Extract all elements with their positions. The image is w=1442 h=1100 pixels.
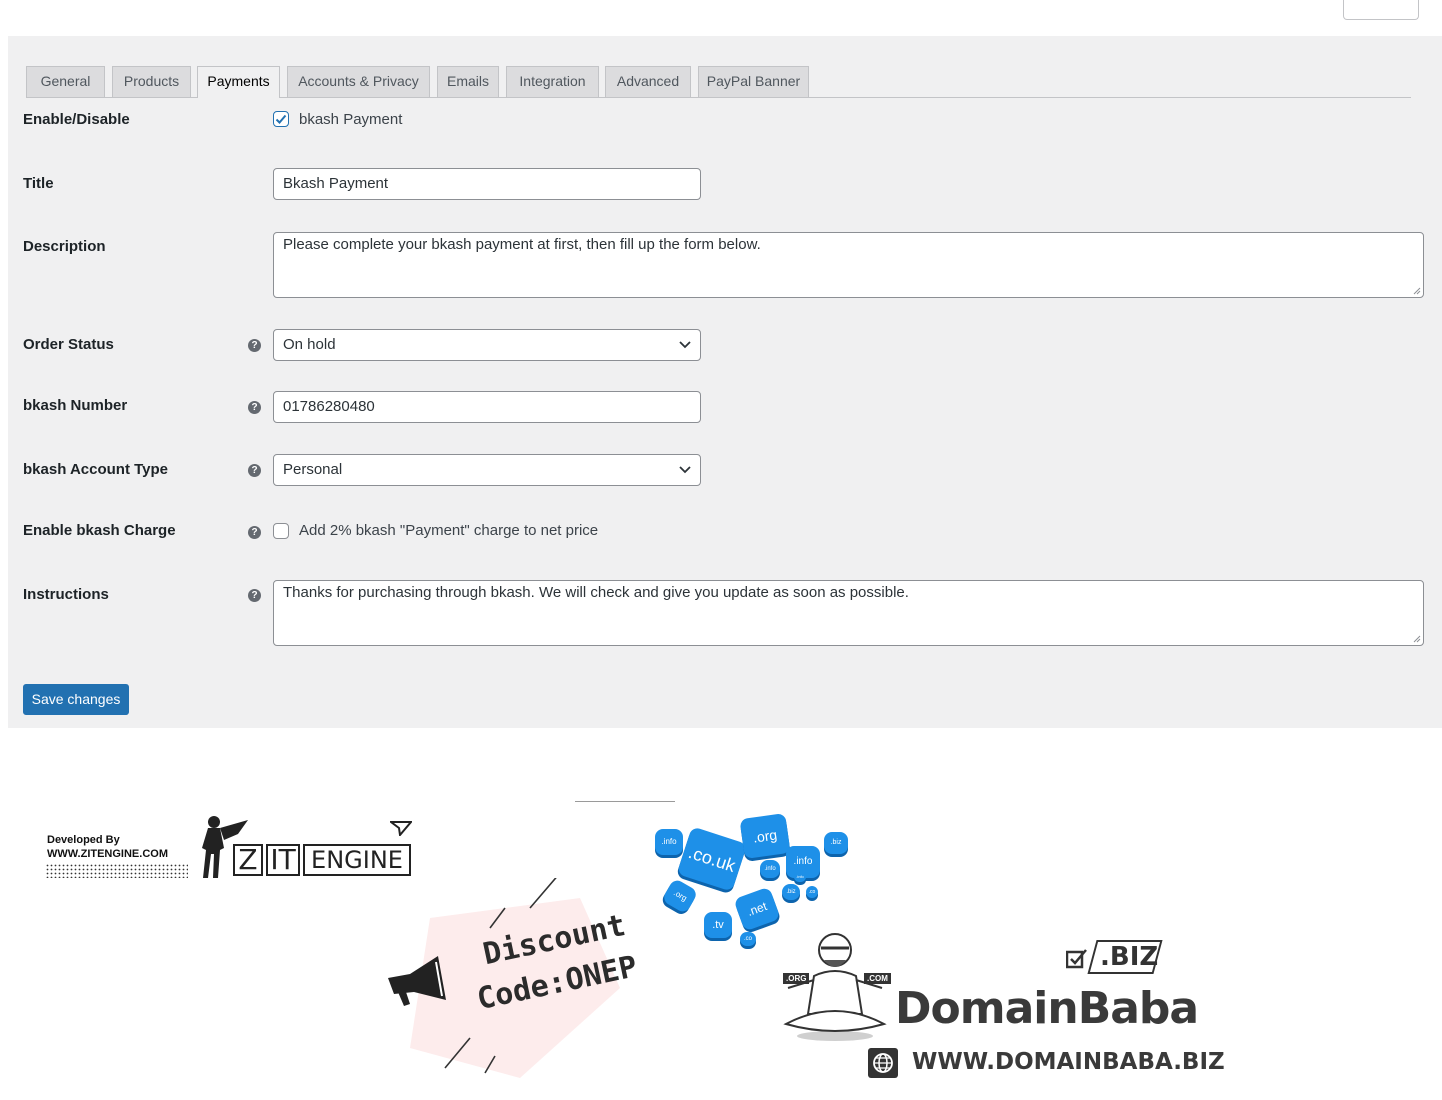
chevron-down-icon	[679, 466, 691, 474]
tld-cube: .net	[733, 886, 781, 932]
settings-tabs: General Products Payments Accounts & Pri…	[26, 66, 1411, 98]
tld-cube: .co.uk	[676, 826, 748, 892]
tld-cube: .org	[739, 812, 791, 860]
resize-handle-icon[interactable]	[1413, 635, 1421, 643]
save-changes-button[interactable]: Save changes	[23, 684, 129, 715]
tab-accounts-privacy[interactable]: Accounts & Privacy	[287, 66, 430, 97]
tld-cube: .co	[806, 886, 818, 898]
tab-emails[interactable]: Emails	[437, 66, 499, 97]
divider	[575, 801, 675, 802]
tab-integration[interactable]: Integration	[506, 66, 599, 97]
zit-letter-z: Z	[233, 844, 263, 876]
bkash-number-label: bkash Number	[23, 397, 128, 414]
title-input[interactable]: Bkash Payment	[273, 168, 701, 200]
tld-cube: .info	[655, 829, 683, 855]
zit-letters-it: IT	[266, 844, 300, 876]
account-type-select[interactable]: Personal	[273, 454, 701, 486]
instructions-label: Instructions	[23, 586, 109, 603]
domainbaba-url: WWW.DOMAINBABA.BIZ	[912, 1049, 1225, 1075]
order-status-label: Order Status	[23, 336, 114, 353]
screen-options-button[interactable]	[1343, 0, 1419, 20]
tab-payments[interactable]: Payments	[197, 66, 280, 98]
domainbaba-brand: DomainBaba	[895, 983, 1199, 1034]
instructions-text: Thanks for purchasing through bkash. We …	[283, 584, 909, 601]
help-icon[interactable]: ?	[248, 339, 261, 352]
dotted-pattern	[46, 864, 188, 878]
charge-label: Enable bkash Charge	[23, 522, 176, 539]
meditating-figure-icon	[783, 933, 887, 1041]
order-status-select[interactable]: On hold	[273, 329, 701, 361]
tab-general[interactable]: General	[26, 66, 105, 97]
chevron-down-icon	[679, 341, 691, 349]
order-status-value: On hold	[283, 336, 336, 353]
help-icon[interactable]: ?	[248, 401, 261, 414]
description-text: Please complete your bkash payment at fi…	[283, 236, 761, 253]
tab-paypal-banner[interactable]: PayPal Banner	[698, 66, 809, 97]
settings-panel: General Products Payments Accounts & Pri…	[8, 36, 1442, 728]
title-label: Title	[23, 175, 54, 192]
help-icon[interactable]: ?	[248, 464, 261, 477]
tld-cube: .biz	[782, 884, 800, 900]
help-icon[interactable]: ?	[248, 589, 261, 602]
checkbox-tick-icon	[1066, 949, 1087, 969]
charge-checkbox-label: Add 2% bkash "Payment" charge to net pri…	[299, 522, 599, 539]
tld-cube: .biz	[824, 832, 848, 854]
description-textarea[interactable]: Please complete your bkash payment at fi…	[273, 232, 1424, 298]
dev-url-text: WWW.ZITENGINE.COM	[47, 848, 168, 860]
tld-cube: .tv	[704, 912, 732, 938]
description-label: Description	[23, 238, 106, 255]
checkmark-icon	[275, 114, 287, 124]
tld-cube: .org	[661, 877, 699, 915]
tld-cube: .co	[740, 932, 756, 946]
enable-checkbox[interactable]	[273, 111, 289, 127]
paper-plane-icon	[390, 821, 412, 836]
enable-label: Enable/Disable	[23, 111, 130, 128]
tab-products[interactable]: Products	[112, 66, 191, 97]
enable-checkbox-label: bkash Payment	[299, 111, 403, 128]
help-icon[interactable]: ?	[248, 526, 261, 539]
bkash-number-input[interactable]: 01786280480	[273, 391, 701, 423]
tld-cube: .info	[794, 872, 806, 882]
biz-tag: .BIZ	[1100, 942, 1159, 972]
tld-cube: .info	[760, 860, 780, 878]
tab-advanced[interactable]: Advanced	[605, 66, 691, 97]
globe-icon	[868, 1048, 898, 1078]
account-type-label: bkash Account Type	[23, 461, 169, 478]
org-tag: .ORG	[783, 973, 810, 984]
charge-checkbox[interactable]	[273, 523, 289, 539]
com-tag: .COM	[864, 973, 891, 984]
promo-banner: Developed By WWW.ZITENGINE.COM Z IT ENGI…	[0, 728, 1442, 1100]
account-type-value: Personal	[283, 461, 343, 478]
megaphone-icon	[388, 956, 446, 1006]
instructions-textarea[interactable]: Thanks for purchasing through bkash. We …	[273, 580, 1424, 646]
top-bar	[0, 0, 1442, 36]
developed-by-text: Developed By	[47, 834, 120, 846]
zit-word-engine: ENGINE	[303, 844, 411, 876]
resize-handle-icon[interactable]	[1413, 287, 1421, 295]
